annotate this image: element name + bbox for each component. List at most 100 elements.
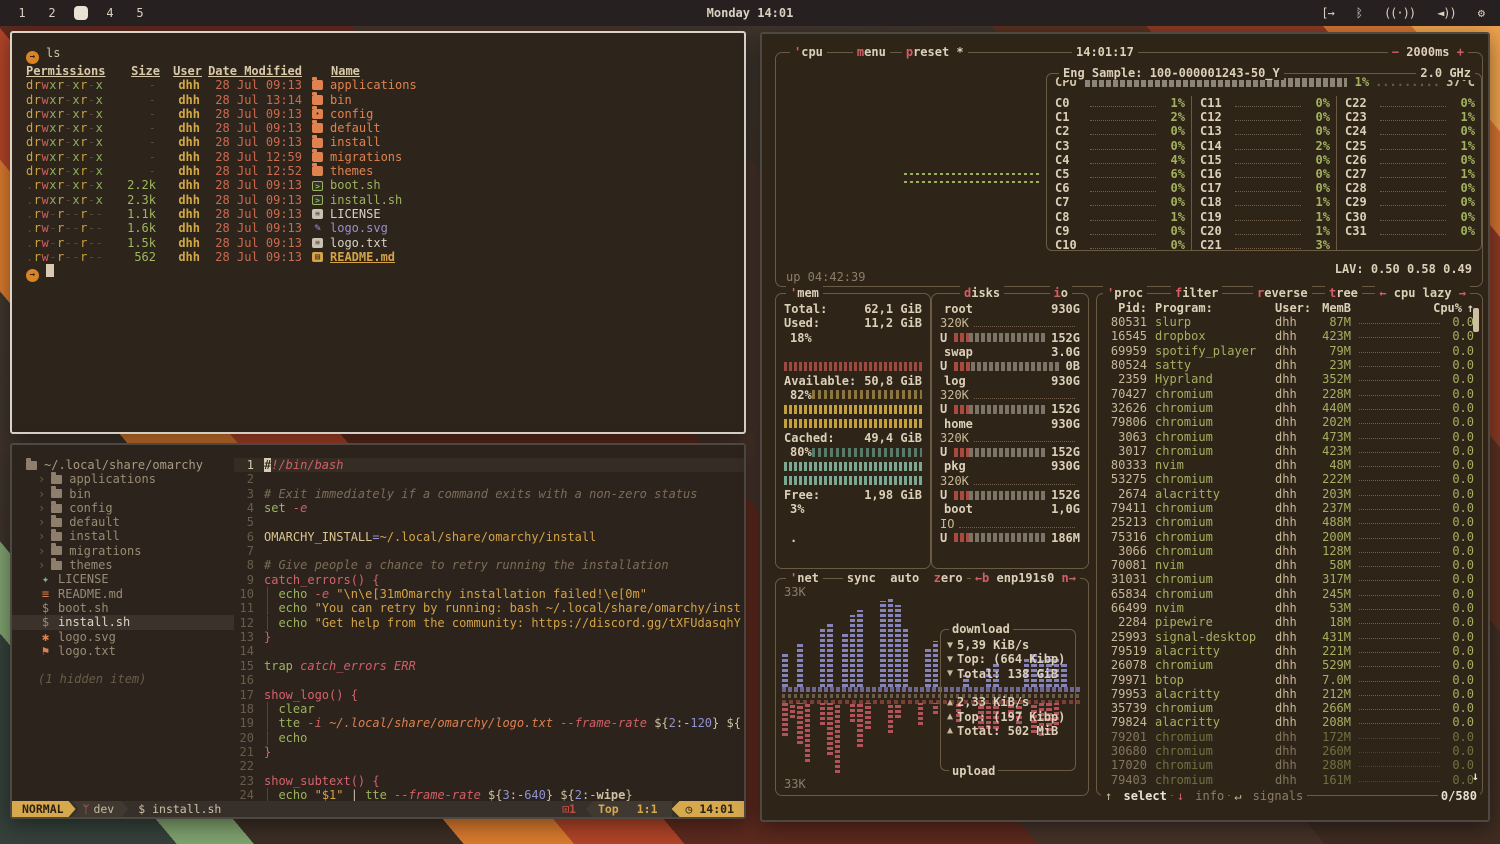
process-row[interactable]: 79201chromiumdhh172M0.0 [1103,730,1474,744]
process-row[interactable]: 79971btopdhh7.0M0.0 [1103,672,1474,686]
net-up-bar [835,703,841,773]
process-row[interactable]: 26078chromiumdhh529M0.0 [1103,658,1474,672]
menu-button[interactable]: menu [857,45,886,59]
process-row[interactable]: 79519alacrittydhh221M0.0 [1103,644,1474,658]
cpu-core-row: C280% [1345,181,1475,195]
process-row[interactable]: 2674alacrittydhh203M0.0 [1103,487,1474,501]
process-row[interactable]: 32626chromiumdhh440M0.0 [1103,401,1474,415]
file-owner: dhh [160,93,202,107]
process-row[interactable]: 79953alacrittydhh212M0.0 [1103,687,1474,701]
bluetooth-icon[interactable]: ᛒ [1356,6,1362,20]
iface-prev[interactable]: ←b [975,571,989,585]
tree-file-README.md[interactable]: ≡README.md [12,587,234,601]
disk-row: 320K [940,316,1080,330]
core-label: C18 [1200,195,1230,209]
settings-icon[interactable]: ⚙ [1478,6,1484,20]
process-row[interactable]: 2284pipewiredhh18M0.0 [1103,615,1474,629]
process-row[interactable]: 25213chromiumdhh488M0.0 [1103,515,1474,529]
process-row[interactable]: 25993signal-desktopdhh431M0.0 [1103,630,1474,644]
process-row[interactable]: 69959spotify_playerdhh79M0.0 [1103,344,1474,358]
terminal-window-ls[interactable]: →ls Permissions Size User Date Modified … [10,31,746,434]
net-up-bar [918,703,924,725]
interval-decrease[interactable]: − [1392,45,1406,59]
process-user: dhh [1275,358,1311,372]
filter-button[interactable]: filter [1175,286,1218,300]
process-row[interactable]: 31031chromiumdhh317M0.0 [1103,572,1474,586]
scroll-down-icon[interactable]: ↓ [1472,769,1479,783]
logout-icon[interactable]: [→ [1321,6,1333,20]
process-row[interactable]: 70081nvimdhh58M0.0 [1103,558,1474,572]
tree-folder-config[interactable]: › config [12,501,234,515]
core-label: C28 [1345,181,1375,195]
auto-button[interactable]: auto [890,571,919,585]
preset-button[interactable]: preset * [906,45,964,59]
core-label: C23 [1345,110,1375,124]
process-row[interactable]: 3063chromiumdhh473M0.0 [1103,429,1474,443]
file-size: - [114,135,160,149]
file-size: 562 [114,250,160,264]
process-row[interactable]: 80531slurpdhh87M0.0 [1103,315,1474,329]
sort-next[interactable]: → [1459,286,1466,300]
file-name-text: logo.svg [330,221,388,235]
process-row[interactable]: 79824alacrittydhh208M0.0 [1103,715,1474,729]
tree-folder-install[interactable]: › install [12,529,234,543]
process-row[interactable]: 3066chromiumdhh128M0.0 [1103,544,1474,558]
process-row[interactable]: 16545dropboxdhh423M0.0 [1103,329,1474,343]
process-row[interactable]: 66499nvimdhh53M0.0 [1103,601,1474,615]
process-row[interactable]: 79403chromiumdhh161M0.0 [1103,773,1474,787]
volume-icon[interactable]: ◄)) [1437,6,1456,20]
process-mem: 200M [1311,530,1351,544]
process-row[interactable]: 53275chromiumdhh222M0.0 [1103,472,1474,486]
io-toggle[interactable]: io [1054,286,1068,300]
tree-folder-migrations[interactable]: › migrations [12,544,234,558]
file-permissions: drwxr-xr-x [26,150,114,164]
monitor-window-btop[interactable]: cpu menu preset * 14:01:17 − 2000ms + En… [760,32,1490,822]
process-row[interactable]: 17020chromiumdhh288M0.0 [1103,758,1474,772]
proc-scrollbar[interactable] [1473,308,1479,332]
tree-folder-applications[interactable]: › applications [12,472,234,486]
interval-increase[interactable]: + [1450,45,1464,59]
network-icon[interactable]: ((·)) [1384,6,1415,20]
terminal-cursor[interactable] [46,264,54,277]
process-row[interactable]: 70427chromiumdhh228M0.0 [1103,386,1474,400]
line-number: 1 [234,458,264,472]
process-row[interactable]: 2359Hyprlanddhh352M0.0 [1103,372,1474,386]
tree-file-install.sh[interactable]: $install.sh [12,615,234,629]
process-row[interactable]: 65834chromiumdhh245M0.0 [1103,587,1474,601]
process-row[interactable]: 75316chromiumdhh200M0.0 [1103,529,1474,543]
process-row[interactable]: 80333nvimdhh48M0.0 [1103,458,1474,472]
tree-folder-bin[interactable]: › bin [12,487,234,501]
tree-folder-default[interactable]: › default [12,515,234,529]
tree-folder-themes[interactable]: › themes [12,558,234,572]
select-button[interactable]: select [1121,789,1168,803]
iface-next[interactable]: n→ [1062,571,1076,585]
zero-button[interactable]: zero [934,571,963,585]
tree-file-logo.txt[interactable]: ⚑logo.txt [12,644,234,658]
process-row[interactable]: 80524sattydhh23M0.0 [1103,358,1474,372]
sort-prev[interactable]: ← [1379,286,1386,300]
code-editor[interactable]: 1#!/bin/bash23# Exit immediately if a co… [234,445,744,801]
tree-button[interactable]: tree [1329,286,1358,300]
process-row[interactable]: 3017chromiumdhh423M0.0 [1103,444,1474,458]
reverse-button[interactable]: reverse [1257,286,1308,300]
process-name: btop [1147,673,1275,687]
editor-window-nvim[interactable]: ~/.local/share/omarchy› applications› bi… [10,443,746,819]
info-button[interactable]: info [1193,789,1226,803]
tree-file-LICENSE[interactable]: ✦LICENSE [12,572,234,586]
process-name: chromium [1147,515,1275,529]
process-row[interactable]: 35739chromiumdhh266M0.0 [1103,701,1474,715]
process-row[interactable]: 79411chromiumdhh237M0.0 [1103,501,1474,515]
tree-root[interactable]: ~/.local/share/omarchy [12,458,234,472]
tree-file-boot.sh[interactable]: $boot.sh [12,601,234,615]
process-row[interactable]: 30680chromiumdhh260M0.0 [1103,744,1474,758]
process-row[interactable]: 79806chromiumdhh202M0.0 [1103,415,1474,429]
signals-button[interactable]: signals [1251,789,1306,803]
code-line-2: 2 [234,472,744,486]
core-usage: 0% [1161,139,1185,153]
process-graph [1359,388,1440,396]
process-name: slurp [1147,315,1275,329]
tree-file-logo.svg[interactable]: ✱logo.svg [12,630,234,644]
file-owner: dhh [160,150,202,164]
sync-button[interactable]: sync [847,571,876,585]
code-line-1: 1#!/bin/bash [234,458,744,472]
